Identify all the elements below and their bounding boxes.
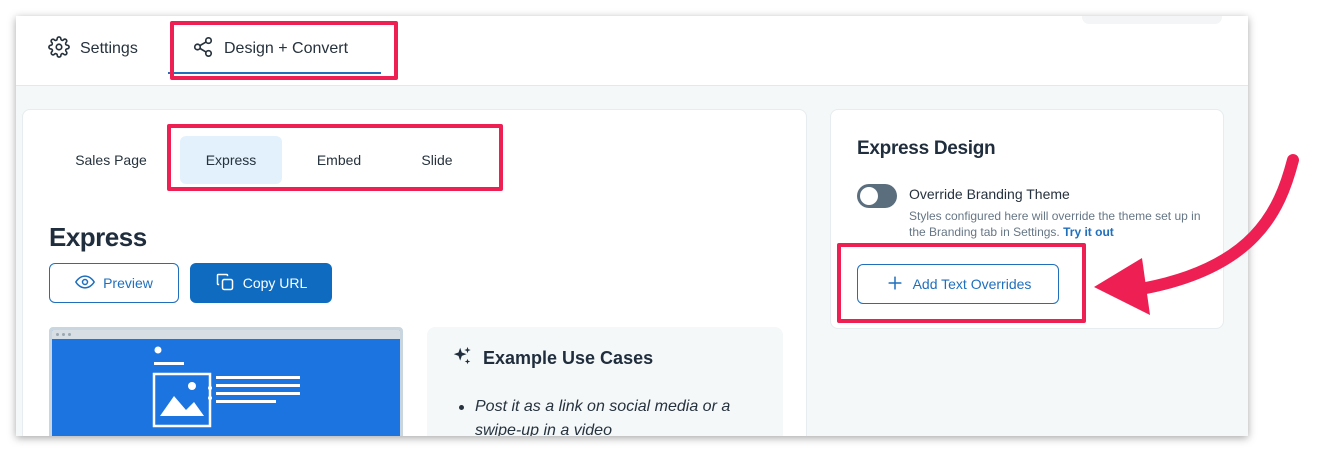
subtab-express[interactable]: Express (180, 136, 282, 184)
express-design-title: Express Design (857, 138, 996, 159)
list-bullet (459, 405, 464, 410)
use-cases-header: Example Use Cases (451, 345, 653, 372)
tab-design-convert[interactable]: Design + Convert (192, 34, 348, 64)
add-text-overrides-button[interactable]: Add Text Overrides (857, 264, 1059, 304)
copy-url-button-label: Copy URL (242, 275, 308, 291)
override-branding-help: Styles configured here will override the… (909, 208, 1205, 240)
subtab-bar: Sales Page Express Embed Slide (23, 136, 523, 184)
page-title: Express (49, 222, 147, 252)
sparkles-icon (451, 345, 473, 372)
use-case-item: Post it as a link on social media or a s… (475, 398, 731, 436)
express-preview-thumbnail (49, 327, 403, 436)
plus-icon (885, 273, 905, 296)
preview-button[interactable]: Preview (49, 263, 179, 303)
subtab-embed[interactable]: Embed (295, 136, 383, 184)
tab-settings[interactable]: Settings (48, 34, 138, 64)
example-use-cases-panel: Example Use Cases Post it as a link on s… (427, 327, 783, 436)
add-text-overrides-label: Add Text Overrides (912, 276, 1032, 292)
share-icon (192, 36, 214, 63)
override-branding-toggle[interactable] (857, 184, 897, 208)
override-branding-label: Override Branding Theme (909, 186, 1070, 202)
eye-icon (75, 272, 96, 295)
copy-icon (215, 272, 235, 295)
tab-settings-label: Settings (80, 40, 138, 57)
gear-icon (48, 35, 70, 63)
preview-button-label: Preview (103, 275, 153, 291)
tab-design-convert-label: Design + Convert (224, 40, 349, 57)
toggle-knob (860, 187, 878, 205)
active-tab-indicator (168, 72, 381, 74)
top-navigation: Settings Design + Convert (16, 16, 1248, 86)
top-right-control[interactable] (1082, 16, 1222, 24)
subtab-slide[interactable]: Slide (393, 136, 481, 184)
app-window: Settings Design + Convert Sales Page Exp… (16, 16, 1248, 436)
express-design-card: Express Design Override Branding Theme S… (830, 109, 1224, 329)
try-it-out-link[interactable]: Try it out (1063, 225, 1114, 239)
express-card: Sales Page Express Embed Slide Express P… (22, 109, 807, 436)
page-illustration (152, 346, 300, 428)
subtab-sales-page[interactable]: Sales Page (67, 136, 155, 184)
copy-url-button[interactable]: Copy URL (190, 263, 332, 303)
use-cases-title: Example Use Cases (483, 348, 654, 368)
help-text: Styles configured here will override the… (909, 209, 1201, 239)
